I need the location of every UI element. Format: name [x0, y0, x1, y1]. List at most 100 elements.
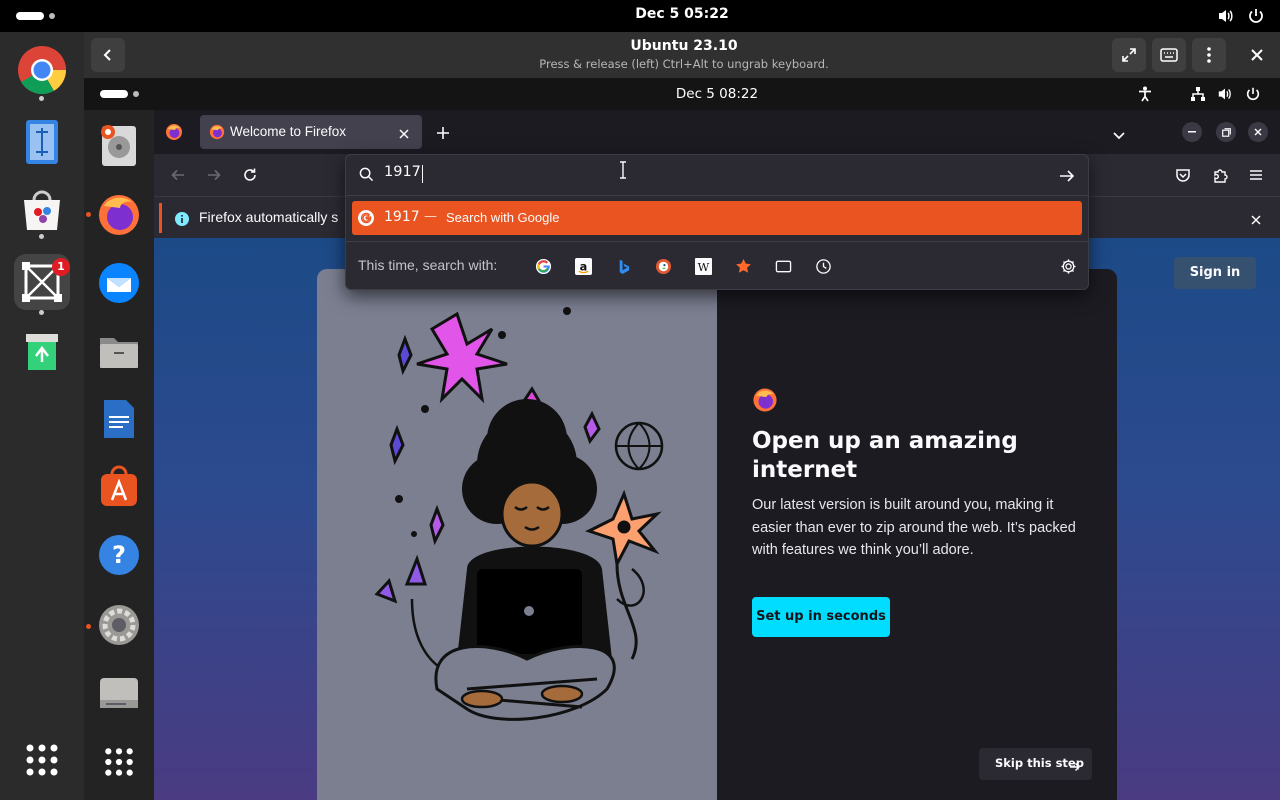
infobar-accent	[159, 203, 162, 233]
show-apps-icon[interactable]	[24, 742, 60, 782]
new-tab-button[interactable]	[436, 125, 450, 144]
network-icon[interactable]	[1190, 86, 1206, 106]
settings-icon[interactable]	[96, 602, 142, 648]
running-indicator	[39, 234, 44, 239]
power-icon[interactable]	[1247, 7, 1265, 29]
thunderbird-icon[interactable]	[96, 260, 142, 306]
guest-clock[interactable]: Dec 5 08:22	[84, 86, 1280, 102]
guest-volume-icon[interactable]	[1217, 86, 1233, 106]
wikipedia-engine-button[interactable]: W	[690, 253, 716, 279]
skip-step-button[interactable]: Skip this step	[979, 748, 1092, 780]
tab-close-icon[interactable]	[398, 125, 410, 144]
tab-title: Welcome to Firefox	[230, 124, 347, 139]
writer-icon[interactable]	[96, 396, 142, 442]
host-dock: 1	[0, 32, 84, 800]
info-icon	[175, 211, 189, 230]
running-indicator	[39, 96, 44, 101]
back-button[interactable]	[91, 38, 125, 72]
onboarding-heading: Open up an amazing internet	[752, 428, 1018, 483]
go-arrow-icon[interactable]	[1059, 168, 1075, 187]
notification-badge: 1	[52, 258, 70, 276]
suggestion-action: Search with Google	[446, 210, 560, 225]
svg-text:W: W	[697, 260, 709, 274]
search-settings-gear-icon[interactable]	[1055, 253, 1081, 279]
help-icon[interactable]: ?	[96, 532, 142, 578]
extensions-icon[interactable]	[1212, 167, 1228, 187]
suggestion-term: 1917	[384, 209, 420, 225]
fullscreen-button[interactable]	[1112, 38, 1146, 72]
suggestion-separator: —	[424, 209, 437, 224]
bing-engine-button[interactable]	[610, 253, 636, 279]
forward-arrow-icon[interactable]	[206, 167, 222, 187]
pocket-icon[interactable]	[1175, 167, 1191, 187]
urlbar-input[interactable]: 1917	[384, 164, 421, 180]
volume-icon[interactable]	[1217, 7, 1235, 29]
tab-welcome[interactable]: Welcome to Firefox	[200, 115, 422, 149]
infobar-close-icon[interactable]	[1250, 211, 1262, 230]
google-engine-button[interactable]	[530, 253, 556, 279]
accessibility-icon[interactable]	[1138, 86, 1152, 106]
drive-icon[interactable]	[96, 670, 142, 716]
app-center-icon[interactable]	[96, 464, 142, 510]
window-close-button[interactable]	[1248, 122, 1268, 142]
software-store-icon[interactable]	[14, 182, 70, 238]
list-tabs-icon[interactable]	[1112, 126, 1126, 145]
setup-button[interactable]: Set up in seconds	[752, 597, 890, 637]
tabs-engine-button[interactable]	[770, 253, 796, 279]
guest-show-apps-icon[interactable]	[103, 746, 135, 782]
trash-icon[interactable]	[14, 322, 70, 378]
minimize-button[interactable]	[1182, 122, 1202, 142]
amazon-engine-button[interactable]: a	[570, 253, 596, 279]
firefox-logo-icon	[752, 387, 778, 417]
menu-button[interactable]	[1192, 38, 1226, 72]
urlbar-dropdown: 1917 1917 — Search with Google This time…	[345, 154, 1089, 290]
suggestion-search-google[interactable]: 1917 — Search with Google	[352, 201, 1082, 235]
arrow-right-icon	[1069, 758, 1081, 777]
divider	[346, 241, 1088, 242]
bookmarks-engine-button[interactable]	[730, 253, 756, 279]
restore-button[interactable]	[1216, 122, 1236, 142]
host-top-bar: Dec 5 05:22	[0, 0, 1280, 32]
firefox-icon[interactable]	[96, 192, 142, 238]
onboarding-text-panel: Open up an amazing internet Our latest v…	[717, 269, 1117, 800]
onboarding-card: Open up an amazing internet Our latest v…	[317, 269, 1117, 800]
text-cursor-icon	[618, 161, 628, 183]
search-with-label: This time, search with:	[358, 257, 498, 273]
welcome-page: Sign in Open up an amazing internet Our …	[154, 238, 1280, 800]
disk-usage-icon[interactable]	[96, 122, 142, 168]
guest-desktop: Dec 5 08:22 ? Welcome to Firefox Firefox…	[84, 78, 1280, 800]
vm-title-bar: Ubuntu 23.10 Press & release (left) Ctrl…	[84, 32, 1280, 78]
onboarding-body: Our latest version is built around you, …	[752, 497, 1076, 558]
tab-favicon-icon	[209, 124, 225, 144]
divider	[346, 195, 1088, 196]
app-menu-icon[interactable]	[1248, 167, 1264, 187]
guest-dock: ?	[84, 110, 154, 800]
files-icon[interactable]	[96, 328, 142, 374]
reload-icon[interactable]	[242, 167, 258, 187]
firefox-view-icon[interactable]	[165, 123, 183, 145]
guest-top-bar: Dec 5 08:22	[84, 78, 1280, 110]
infobar-message: Firefox automatically s	[199, 209, 339, 225]
running-indicator	[86, 624, 91, 629]
close-button[interactable]	[1250, 47, 1264, 66]
text-caret	[422, 165, 423, 183]
tab-strip: Welcome to Firefox	[154, 110, 1280, 154]
duckduckgo-engine-button[interactable]	[650, 253, 676, 279]
host-clock[interactable]: Dec 5 05:22	[0, 6, 1280, 22]
search-icon	[359, 167, 374, 186]
running-indicator	[39, 310, 44, 315]
svg-text:a: a	[579, 259, 587, 273]
guest-power-icon[interactable]	[1245, 86, 1261, 106]
sign-in-button[interactable]: Sign in	[1174, 257, 1256, 289]
vm-subtitle: Press & release (left) Ctrl+Alt to ungra…	[539, 57, 829, 71]
chrome-icon[interactable]	[14, 42, 70, 98]
woman-with-laptop-illustration	[374, 307, 664, 721]
vm-title: Ubuntu 23.10	[630, 38, 738, 54]
history-engine-button[interactable]	[810, 253, 836, 279]
keyboard-button[interactable]	[1152, 38, 1186, 72]
text-editor-icon[interactable]	[14, 116, 70, 172]
svg-text:?: ?	[112, 541, 126, 569]
google-icon	[358, 210, 374, 226]
back-arrow-icon[interactable]	[170, 167, 186, 187]
running-indicator	[86, 212, 91, 217]
